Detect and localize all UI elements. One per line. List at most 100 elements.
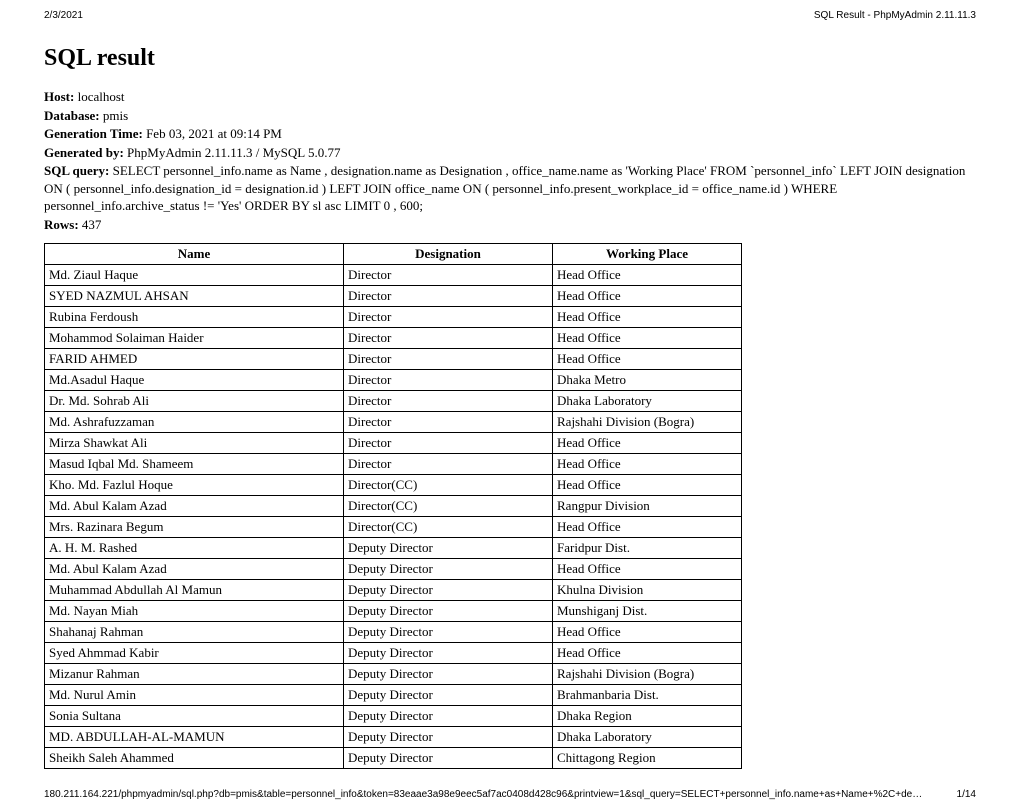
table-cell: Rajshahi Division (Bogra) — [553, 664, 742, 685]
table-cell: Syed Ahmmad Kabir — [45, 643, 344, 664]
table-cell: Head Office — [553, 475, 742, 496]
col-header-name: Name — [45, 244, 344, 265]
table-cell: Deputy Director — [344, 748, 553, 769]
col-header-designation: Designation — [344, 244, 553, 265]
table-cell: Deputy Director — [344, 538, 553, 559]
table-cell: Head Office — [553, 286, 742, 307]
table-cell: Deputy Director — [344, 706, 553, 727]
table-cell: Chittagong Region — [553, 748, 742, 769]
print-date: 2/3/2021 — [44, 10, 83, 21]
table-cell: Head Office — [553, 265, 742, 286]
table-cell: Head Office — [553, 307, 742, 328]
table-cell: Dr. Md. Sohrab Ali — [45, 391, 344, 412]
table-cell: FARID AHMED — [45, 349, 344, 370]
table-cell: Munshiganj Dist. — [553, 601, 742, 622]
table-cell: Md. Abul Kalam Azad — [45, 496, 344, 517]
table-cell: Rajshahi Division (Bogra) — [553, 412, 742, 433]
table-cell: Deputy Director — [344, 727, 553, 748]
print-footer: 180.211.164.221/phpmyadmin/sql.php?db=pm… — [44, 789, 976, 800]
table-cell: Shahanaj Rahman — [45, 622, 344, 643]
table-row: Mizanur RahmanDeputy DirectorRajshahi Di… — [45, 664, 742, 685]
genby-label: Generated by: — [44, 145, 124, 160]
table-cell: Deputy Director — [344, 559, 553, 580]
table-row: Md. Abul Kalam AzadDirector(CC)Rangpur D… — [45, 496, 742, 517]
table-cell: Deputy Director — [344, 622, 553, 643]
table-cell: Head Office — [553, 328, 742, 349]
table-cell: Head Office — [553, 643, 742, 664]
genby-value: PhpMyAdmin 2.11.11.3 / MySQL 5.0.77 — [127, 145, 340, 160]
table-cell: Deputy Director — [344, 601, 553, 622]
table-cell: Director — [344, 349, 553, 370]
table-cell: MD. ABDULLAH-AL-MAMUN — [45, 727, 344, 748]
col-header-workingplace: Working Place — [553, 244, 742, 265]
host-label: Host: — [44, 89, 74, 104]
meta-block: Host: localhost Database: pmis Generatio… — [44, 88, 976, 233]
table-cell: Head Office — [553, 517, 742, 538]
table-row: Syed Ahmmad KabirDeputy DirectorHead Off… — [45, 643, 742, 664]
table-row: Sonia SultanaDeputy DirectorDhaka Region — [45, 706, 742, 727]
table-row: Md. Nayan MiahDeputy DirectorMunshiganj … — [45, 601, 742, 622]
host-value: localhost — [78, 89, 125, 104]
table-cell: A. H. M. Rashed — [45, 538, 344, 559]
table-row: Md. Nurul AminDeputy DirectorBrahmanbari… — [45, 685, 742, 706]
table-cell: Rubina Ferdoush — [45, 307, 344, 328]
table-row: Md. Abul Kalam AzadDeputy DirectorHead O… — [45, 559, 742, 580]
table-row: A. H. M. RashedDeputy DirectorFaridpur D… — [45, 538, 742, 559]
sqlquery-label: SQL query: — [44, 163, 109, 178]
table-cell: Director — [344, 265, 553, 286]
table-cell: Director(CC) — [344, 475, 553, 496]
table-row: Md. AshrafuzzamanDirectorRajshahi Divisi… — [45, 412, 742, 433]
table-row: Masud Iqbal Md. ShameemDirectorHead Offi… — [45, 454, 742, 475]
table-cell: Deputy Director — [344, 664, 553, 685]
table-cell: Kho. Md. Fazlul Hoque — [45, 475, 344, 496]
table-cell: Mrs. Razinara Begum — [45, 517, 344, 538]
table-cell: Head Office — [553, 433, 742, 454]
table-cell: Head Office — [553, 349, 742, 370]
table-cell: Deputy Director — [344, 685, 553, 706]
table-row: Md. Ziaul HaqueDirectorHead Office — [45, 265, 742, 286]
footer-url: 180.211.164.221/phpmyadmin/sql.php?db=pm… — [44, 789, 924, 800]
table-cell: Masud Iqbal Md. Shameem — [45, 454, 344, 475]
table-cell: Director — [344, 370, 553, 391]
table-row: MD. ABDULLAH-AL-MAMUNDeputy DirectorDhak… — [45, 727, 742, 748]
table-cell: Director — [344, 433, 553, 454]
table-row: Muhammad Abdullah Al MamunDeputy Directo… — [45, 580, 742, 601]
table-cell: Director — [344, 412, 553, 433]
table-cell: Head Office — [553, 622, 742, 643]
table-cell: Dhaka Metro — [553, 370, 742, 391]
footer-page: 1/14 — [957, 789, 976, 800]
table-cell: Md.Asadul Haque — [45, 370, 344, 391]
rows-value: 437 — [82, 217, 102, 232]
table-row: Mohammod Solaiman HaiderDirectorHead Off… — [45, 328, 742, 349]
table-cell: Director — [344, 307, 553, 328]
table-cell: Director(CC) — [344, 496, 553, 517]
table-cell: Director — [344, 391, 553, 412]
table-row: Dr. Md. Sohrab AliDirectorDhaka Laborato… — [45, 391, 742, 412]
table-cell: Md. Nayan Miah — [45, 601, 344, 622]
table-row: Shahanaj RahmanDeputy DirectorHead Offic… — [45, 622, 742, 643]
table-cell: Dhaka Laboratory — [553, 391, 742, 412]
table-cell: Head Office — [553, 454, 742, 475]
gentime-label: Generation Time: — [44, 126, 143, 141]
table-row: Md.Asadul HaqueDirectorDhaka Metro — [45, 370, 742, 391]
table-cell: SYED NAZMUL AHSAN — [45, 286, 344, 307]
table-cell: Md. Ziaul Haque — [45, 265, 344, 286]
table-row: Mrs. Razinara BegumDirector(CC)Head Offi… — [45, 517, 742, 538]
print-title: SQL Result - PhpMyAdmin 2.11.11.3 — [814, 10, 976, 21]
table-cell: Director(CC) — [344, 517, 553, 538]
table-cell: Mizanur Rahman — [45, 664, 344, 685]
table-cell: Mohammod Solaiman Haider — [45, 328, 344, 349]
table-cell: Md. Nurul Amin — [45, 685, 344, 706]
table-cell: Director — [344, 454, 553, 475]
table-cell: Faridpur Dist. — [553, 538, 742, 559]
table-cell: Md. Abul Kalam Azad — [45, 559, 344, 580]
sqlquery-value: SELECT personnel_info.name as Name , des… — [44, 163, 965, 213]
print-header: 2/3/2021 SQL Result - PhpMyAdmin 2.11.11… — [44, 10, 976, 21]
table-cell: Khulna Division — [553, 580, 742, 601]
table-cell: Muhammad Abdullah Al Mamun — [45, 580, 344, 601]
table-cell: Rangpur Division — [553, 496, 742, 517]
table-cell: Sonia Sultana — [45, 706, 344, 727]
gentime-value: Feb 03, 2021 at 09:14 PM — [146, 126, 282, 141]
table-row: SYED NAZMUL AHSANDirectorHead Office — [45, 286, 742, 307]
database-label: Database: — [44, 108, 100, 123]
